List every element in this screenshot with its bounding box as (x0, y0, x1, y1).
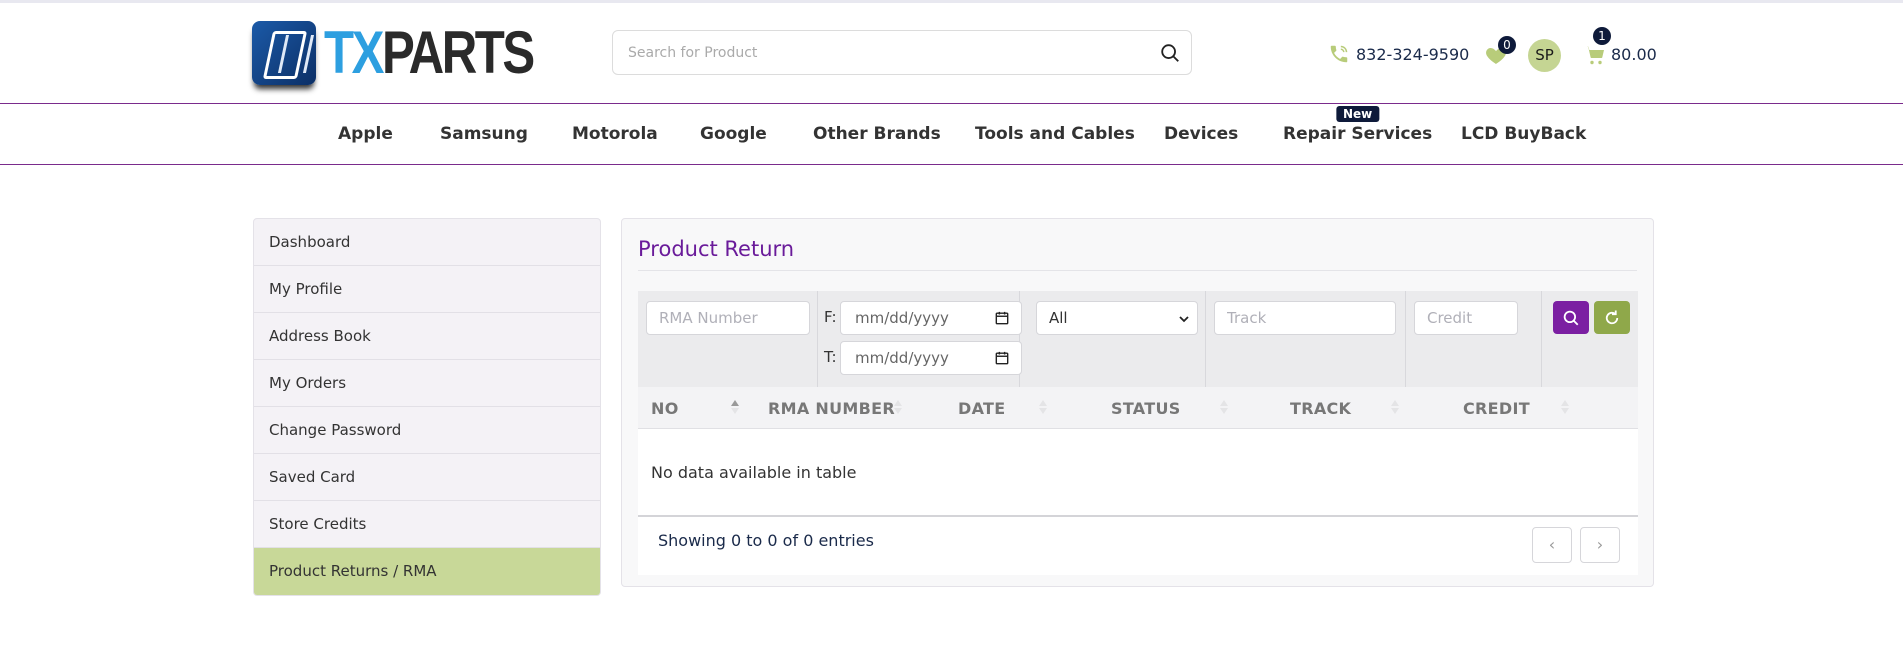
filter-col-status: All (1028, 291, 1206, 387)
nav-item-lcd-buyback[interactable]: LCD BuyBack (1461, 124, 1586, 144)
table-info: Showing 0 to 0 of 0 entries (658, 531, 874, 550)
date-from-placeholder: mm/dd/yyyy (855, 309, 949, 327)
sort-icon[interactable] (1390, 399, 1400, 415)
calendar-icon[interactable] (995, 351, 1009, 365)
date-to-placeholder: mm/dd/yyyy (855, 349, 949, 367)
table-header: NO RMA NUMBER DATE STATUS TRACK CREDIT (638, 387, 1638, 429)
account-sidebar: Dashboard My Profile Address Book My Ord… (253, 218, 601, 596)
pagination-prev-button[interactable]: ‹ (1532, 527, 1572, 563)
column-header-no[interactable]: NO (651, 399, 679, 418)
status-select[interactable]: All (1036, 301, 1198, 335)
nav-item-google[interactable]: Google (700, 124, 767, 144)
sort-icon[interactable] (1219, 399, 1229, 415)
filter-col-date: F: mm/dd/yyyy T: mm/dd/yyyy (818, 291, 1022, 387)
sort-asc-icon[interactable] (730, 399, 740, 415)
filter-reset-button[interactable] (1594, 301, 1630, 334)
sort-icon[interactable] (893, 399, 903, 415)
empty-table-message: No data available in table (651, 463, 857, 482)
phone-contact[interactable]: 832-324-9590 (1328, 43, 1469, 65)
to-label: T: (824, 348, 837, 366)
nav-item-repair-services-label: Repair Services (1283, 124, 1433, 144)
credit-input[interactable] (1414, 301, 1518, 335)
refresh-icon (1605, 310, 1619, 325)
product-return-panel: Product Return F: mm/dd/yyyy T: mm/dd/yy… (621, 218, 1654, 587)
avatar[interactable]: SP (1528, 39, 1561, 72)
sidebar-item-address-book[interactable]: Address Book (254, 313, 600, 360)
cart-total[interactable]: 80.00 (1611, 45, 1657, 64)
table-body: No data available in table (638, 429, 1638, 517)
column-header-credit[interactable]: CREDIT (1463, 399, 1530, 418)
cart-count-badge: 1 (1593, 27, 1611, 45)
logo-wordmark: TXPARTS (324, 19, 535, 86)
status-selected-value: All (1049, 309, 1068, 327)
sidebar-item-store-credits[interactable]: Store Credits (254, 501, 600, 548)
filter-col-rma (638, 291, 818, 387)
logo-tx: TX (324, 19, 384, 86)
nav-item-apple[interactable]: Apple (338, 124, 393, 144)
track-input[interactable] (1214, 301, 1396, 335)
phone-number: 832-324-9590 (1356, 44, 1470, 64)
filter-col-track (1206, 291, 1406, 387)
logo-mark-icon (252, 21, 316, 85)
search-box (612, 30, 1192, 75)
calendar-icon[interactable] (995, 311, 1009, 325)
cart-icon[interactable] (1583, 43, 1607, 67)
date-to-input[interactable]: mm/dd/yyyy (840, 341, 1022, 375)
nav-item-repair-services[interactable]: New Repair Services (1283, 106, 1433, 144)
table-footer: Showing 0 to 0 of 0 entries ‹ › (638, 517, 1638, 575)
search-icon (1563, 310, 1579, 326)
sidebar-item-my-profile[interactable]: My Profile (254, 266, 600, 313)
main-nav: Apple Samsung Motorola Google Other Bran… (0, 104, 1903, 165)
nav-item-devices[interactable]: Devices (1164, 124, 1238, 144)
column-header-track[interactable]: TRACK (1290, 399, 1351, 418)
sort-icon[interactable] (1560, 399, 1570, 415)
rma-number-input[interactable] (646, 301, 810, 335)
date-from-input[interactable]: mm/dd/yyyy (840, 301, 1022, 335)
pagination-next-button[interactable]: › (1580, 527, 1620, 563)
sort-icon[interactable] (1038, 399, 1048, 415)
filter-row: F: mm/dd/yyyy T: mm/dd/yyyy All (638, 291, 1638, 387)
sidebar-item-product-returns[interactable]: Product Returns / RMA (254, 548, 600, 595)
sidebar-item-dashboard[interactable]: Dashboard (254, 219, 600, 266)
logo-parts: PARTS (381, 19, 535, 86)
column-header-rma-number[interactable]: RMA NUMBER (768, 399, 895, 418)
wishlist-count-badge: 0 (1498, 36, 1516, 54)
filter-search-button[interactable] (1553, 301, 1589, 334)
site-header: TXPARTS 832-324-9590 0 SP 1 80.00 (0, 3, 1903, 104)
search-icon[interactable] (1159, 42, 1181, 64)
sidebar-item-my-orders[interactable]: My Orders (254, 360, 600, 407)
column-header-status[interactable]: STATUS (1111, 399, 1181, 418)
nav-item-motorola[interactable]: Motorola (572, 124, 658, 144)
page-title: Product Return (638, 237, 795, 261)
chevron-down-icon (1179, 316, 1189, 323)
filter-col-credit (1406, 291, 1542, 387)
nav-item-other-brands[interactable]: Other Brands (813, 124, 941, 144)
title-divider (638, 270, 1637, 271)
new-badge: New (1335, 106, 1380, 122)
sidebar-item-saved-card[interactable]: Saved Card (254, 454, 600, 501)
site-logo[interactable]: TXPARTS (252, 21, 535, 85)
sidebar-item-change-password[interactable]: Change Password (254, 407, 600, 454)
nav-item-samsung[interactable]: Samsung (440, 124, 528, 144)
nav-item-tools-and-cables[interactable]: Tools and Cables (975, 124, 1135, 144)
column-header-date[interactable]: DATE (958, 399, 1005, 418)
search-input[interactable] (613, 31, 1133, 74)
from-label: F: (824, 308, 837, 326)
phone-icon (1330, 45, 1348, 63)
